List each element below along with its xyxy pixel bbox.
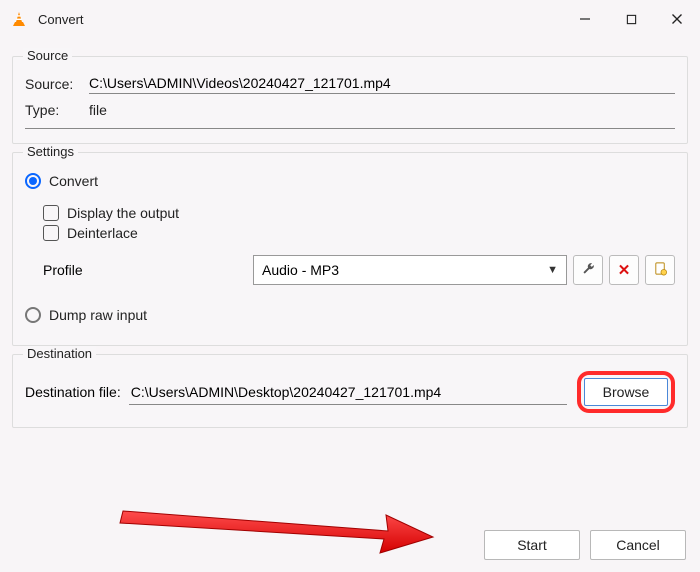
maximize-button[interactable]: [608, 0, 654, 38]
source-group: Source Source: Type: file: [12, 56, 688, 144]
titlebar: Convert: [0, 0, 700, 38]
dump-raw-radio[interactable]: Dump raw input: [25, 307, 675, 323]
radio-on-icon: [25, 173, 41, 189]
source-legend: Source: [23, 48, 72, 63]
radio-off-icon: [25, 307, 41, 323]
dump-raw-label: Dump raw input: [49, 307, 147, 323]
profile-label: Profile: [43, 262, 253, 278]
settings-group: Settings Convert Display the output Dein…: [12, 152, 688, 346]
start-button[interactable]: Start: [484, 530, 580, 560]
chevron-down-icon: ▼: [547, 264, 558, 276]
checkbox-empty-icon: [43, 205, 59, 221]
type-label: Type:: [25, 102, 81, 118]
source-label: Source:: [25, 76, 81, 92]
delete-x-icon: ✕: [618, 261, 631, 279]
type-underline: [25, 124, 675, 129]
vlc-icon: [10, 10, 28, 28]
destination-file-input[interactable]: [129, 379, 567, 405]
start-button-label: Start: [517, 537, 547, 553]
delete-profile-button[interactable]: ✕: [609, 255, 639, 285]
source-path-input[interactable]: [89, 73, 675, 94]
new-file-icon: [653, 261, 668, 280]
new-profile-button[interactable]: [645, 255, 675, 285]
browse-button-label: Browse: [603, 384, 650, 400]
profile-select[interactable]: Audio - MP3 ▼: [253, 255, 567, 285]
browse-highlight: Browse: [577, 371, 675, 413]
convert-radio[interactable]: Convert: [25, 173, 675, 189]
window-controls: [562, 0, 700, 38]
destination-group: Destination Destination file: Browse: [12, 354, 688, 428]
window-title: Convert: [38, 12, 84, 27]
wrench-icon: [581, 261, 596, 280]
display-output-checkbox[interactable]: Display the output: [43, 205, 675, 221]
destination-label: Destination file:: [25, 384, 121, 400]
deinterlace-label: Deinterlace: [67, 225, 138, 241]
close-button[interactable]: [654, 0, 700, 38]
convert-radio-label: Convert: [49, 173, 98, 189]
type-value: file: [89, 102, 107, 118]
cancel-button[interactable]: Cancel: [590, 530, 686, 560]
annotation-arrow: [118, 495, 438, 555]
browse-button[interactable]: Browse: [584, 378, 668, 406]
cancel-button-label: Cancel: [616, 537, 660, 553]
deinterlace-checkbox[interactable]: Deinterlace: [43, 225, 675, 241]
destination-legend: Destination: [23, 346, 96, 361]
settings-legend: Settings: [23, 144, 78, 159]
minimize-button[interactable]: [562, 0, 608, 38]
dialog-buttons: Start Cancel: [484, 530, 686, 560]
profile-selected-value: Audio - MP3: [262, 262, 339, 278]
edit-profile-button[interactable]: [573, 255, 603, 285]
display-output-label: Display the output: [67, 205, 179, 221]
checkbox-empty-icon: [43, 225, 59, 241]
